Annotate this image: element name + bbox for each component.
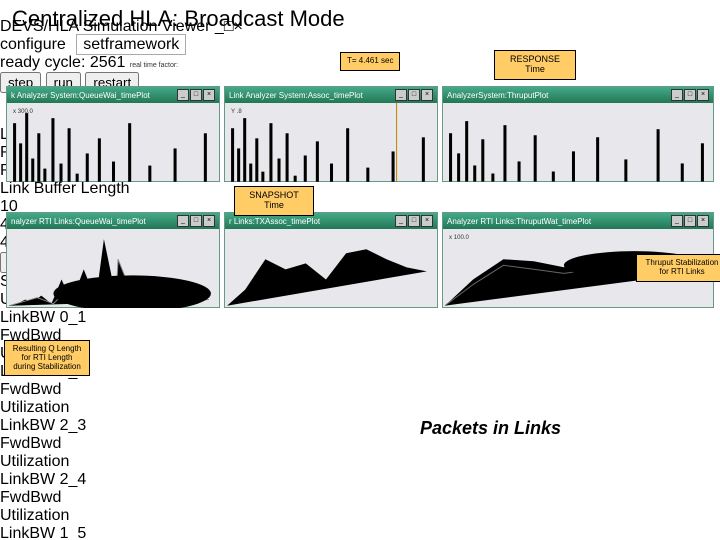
link-name: LinkBW 1_5	[0, 525, 720, 540]
status-ready: ready	[0, 54, 40, 71]
callout-qlength: Resulting Q Length for RTI Length during…	[4, 340, 90, 376]
cycle-value: cycle: 2561	[44, 54, 125, 71]
callout-thruput: Thruput Stabilization for RTI Links	[636, 254, 720, 282]
plot-title-text: r Links:TXAssoc_timePlot	[229, 217, 320, 226]
callout-response: RESPONSE Time	[494, 50, 576, 80]
plot-title-text: k Analyzer System:QueueWai_timePlot	[11, 91, 150, 100]
sim-menu[interactable]: configure setframework	[0, 36, 246, 54]
link-box: LinkBW 0_1FwdBwdUtilization	[0, 309, 720, 363]
link-box: LinkBW 2_3FwdBwdUtilization	[0, 417, 720, 471]
axis-label: Y .8	[231, 109, 242, 115]
plot-thruput-top: AnalyzerSystem:ThruputPlot _□×	[442, 86, 714, 182]
plot-title-text: nalyzer RTI Links:QueueWai_timePlot	[11, 217, 146, 226]
packets-in-links-label: Packets in Links	[420, 418, 561, 439]
plot-rti-queue: nalyzer RTI Links:QueueWai_timePlot _□×	[6, 212, 220, 308]
min-icon: _	[177, 89, 189, 101]
window-controls[interactable]: _□×	[394, 215, 433, 227]
plot-title-text: AnalyzerSystem:ThruputPlot	[447, 91, 548, 100]
close-icon: ×	[203, 89, 215, 101]
plot-queue-time: k Analyzer System:QueueWai_timePlot _□× …	[6, 86, 220, 182]
plot-title-text: Analyzer RTI Links:ThruputWat_timePlot	[447, 217, 591, 226]
link-name: LinkBW 2_4	[0, 471, 720, 489]
realtime-factor-label: real time factor:	[130, 62, 178, 69]
utilization-label: Utilization	[0, 345, 720, 363]
plot-links-tx: r Links:TXAssoc_timePlot _□×	[224, 212, 438, 308]
link-name: LinkBW 1_2	[0, 363, 720, 381]
window-controls[interactable]: _□×	[176, 89, 215, 101]
window-controls[interactable]: _□×	[394, 89, 433, 101]
window-controls[interactable]: _□×	[670, 215, 709, 227]
menu-setframework[interactable]: setframework	[76, 34, 186, 55]
utilization-window: Utilization Information_□× LinkBW 0_1Fwd…	[0, 291, 720, 540]
plot-assoc-time: Link Analyzer System:Assoc_timePlot _□× Y…	[224, 86, 438, 182]
callout-snapshot: SNAPSHOT Time	[234, 186, 314, 216]
utilization-label: Utilization	[0, 453, 720, 471]
window-controls[interactable]: _□×	[670, 89, 709, 101]
axis-label: x 100.0	[449, 235, 469, 241]
plot-title-text: Link Analyzer System:Assoc_timePlot	[229, 91, 363, 100]
utilization-label: Utilization	[0, 399, 720, 417]
max-icon: □	[190, 89, 202, 101]
menu-configure[interactable]: configure	[0, 36, 66, 53]
link-box: LinkBW 1_5FwdBwdUtilization	[0, 525, 720, 540]
page-title: Centralized HLA: Broadcast Mode	[12, 6, 345, 32]
plot-titlebar: k Analyzer System:QueueWai_timePlot _□×	[7, 87, 219, 103]
link-name: LinkBW 2_3	[0, 417, 720, 435]
callout-time: T= 4.461 sec	[340, 52, 400, 71]
link-box: LinkBW 1_2FwdBwdUtilization	[0, 363, 720, 417]
axis-label: x 300.0	[13, 109, 33, 115]
utilization-label: Utilization	[0, 507, 720, 525]
window-controls[interactable]: _□×	[176, 215, 215, 227]
link-box: LinkBW 2_4FwdBwdUtilization	[0, 471, 720, 525]
